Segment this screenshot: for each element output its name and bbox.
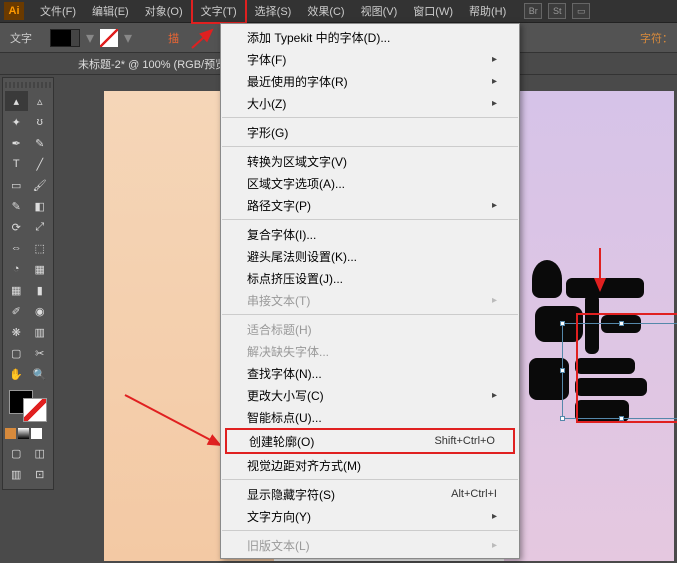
menu-type-orientation[interactable]: 文字方向(Y) [221,505,519,527]
stock-icon[interactable]: St [548,3,566,19]
menu-window[interactable]: 窗口(W) [405,0,461,22]
lasso-tool[interactable]: ʊ [29,112,52,132]
menu-font[interactable]: 字体(F) [221,48,519,70]
stroke-color-swatch[interactable] [100,29,118,47]
shaper-tool[interactable]: ✎ [5,196,28,216]
rectangle-tool[interactable]: ▭ [5,175,28,195]
graph-tool[interactable]: ▥ [29,322,52,342]
free-transform-tool[interactable]: ⬚ [29,238,52,258]
menu-recent-fonts[interactable]: 最近使用的字体(R) [221,70,519,92]
menu-change-case[interactable]: 更改大小写(C) [221,384,519,406]
slice-tool[interactable]: ✂ [29,343,52,363]
gradient-mode-icon[interactable] [18,428,29,439]
scale-tool[interactable]: ⤢ [29,217,52,237]
brush-tool[interactable]: 🖌 [29,175,52,195]
screen-mode-toggle[interactable]: ⊡ [29,464,52,484]
menu-separator [222,530,518,531]
menu-resolve-missing-fonts: 解决缺失字体... [221,340,519,362]
eraser-tool[interactable]: ◧ [29,196,52,216]
dropdown-icon[interactable]: ▾ [124,28,132,48]
menu-type[interactable]: 文字(T) [191,0,247,24]
type-tool[interactable]: T [5,154,28,174]
line-tool[interactable]: ╱ [29,154,52,174]
menu-path-type[interactable]: 路径文字(P) [221,194,519,216]
symbol-spray-tool[interactable]: ❋ [5,322,28,342]
width-tool[interactable]: ⇔ [5,238,28,258]
rotate-tool[interactable]: ⟳ [5,217,28,237]
type-menu-dropdown: 添加 Typekit 中的字体(D)... 字体(F) 最近使用的字体(R) 大… [220,23,520,559]
menu-threaded-text: 串接文本(T) [221,289,519,311]
menu-kinsoku-settings[interactable]: 避头尾法则设置(K)... [221,245,519,267]
menubar: Ai 文件(F) 编辑(E) 对象(O) 文字(T) 选择(S) 效果(C) 视… [0,0,677,23]
magic-wand-tool[interactable]: ✦ [5,112,28,132]
screen-mode-icon[interactable]: ▥ [5,464,28,484]
mesh-tool[interactable]: ▦ [5,280,28,300]
menu-add-typekit-fonts[interactable]: 添加 Typekit 中的字体(D)... [221,26,519,48]
color-mode-row [5,428,51,439]
fill-stroke-chip[interactable] [7,388,49,424]
menu-composite-fonts[interactable]: 复合字体(I)... [221,223,519,245]
menu-select[interactable]: 选择(S) [247,0,300,22]
menu-find-font[interactable]: 查找字体(N)... [221,362,519,384]
menu-separator [222,146,518,147]
panel-grip[interactable] [5,82,51,88]
bridge-icon[interactable]: Br [524,3,542,19]
annotation-highlight-menuitem: 创建轮廓(O)Shift+Ctrl+O [225,428,515,454]
menu-effect[interactable]: 效果(C) [299,0,352,22]
menu-fit-headline: 适合标题(H) [221,318,519,340]
tools-panel: ▴▵ ✦ʊ ✒✎ T╱ ▭🖌 ✎◧ ⟳⤢ ⇔⬚ ◔▦ ▦▮ ✐◉ ❋▥ ▢✂ ✋… [2,77,54,490]
blend-tool[interactable]: ◉ [29,301,52,321]
none-mode-icon[interactable] [31,428,42,439]
gradient-tool[interactable]: ▮ [29,280,52,300]
annotation-highlight-box [576,313,677,423]
stroke-chip[interactable] [23,398,47,422]
arrange-icon[interactable]: ▭ [572,3,590,19]
menu-separator [222,117,518,118]
menu-mojikumi-settings[interactable]: 标点挤压设置(J)... [221,267,519,289]
curvature-tool[interactable]: ✎ [29,133,52,153]
char-panel-label[interactable]: 字符： [640,30,673,46]
perspective-tool[interactable]: ▦ [29,259,52,279]
shortcut-label: Alt+Ctrl+I [451,488,497,500]
selection-tool[interactable]: ▴ [5,91,28,111]
document-tab[interactable]: 未标题-2* @ 100% (RGB/预览) [78,56,230,72]
app-logo: Ai [4,2,24,20]
zoom-tool[interactable]: 🔍 [29,364,52,384]
menu-create-outlines[interactable]: 创建轮廓(O)Shift+Ctrl+O [227,430,513,452]
color-mode-icon[interactable] [5,428,16,439]
menu-area-type-options[interactable]: 区域文字选项(A)... [221,172,519,194]
options-tool-label: 文字 [10,30,32,46]
menu-size[interactable]: 大小(Z) [221,92,519,114]
menu-show-hidden-chars[interactable]: 显示隐藏字符(S)Alt+Ctrl+I [221,483,519,505]
menu-edit[interactable]: 编辑(E) [84,0,137,22]
pen-tool[interactable]: ✒ [5,133,28,153]
eyedropper-tool[interactable]: ✐ [5,301,28,321]
dropdown-icon[interactable]: ▾ [86,28,94,48]
menu-object[interactable]: 对象(O) [137,0,191,22]
draw-behind-icon[interactable]: ◫ [29,443,52,463]
menu-convert-area-type[interactable]: 转换为区域文字(V) [221,150,519,172]
menu-separator [222,219,518,220]
artboard-tool[interactable]: ▢ [5,343,28,363]
shape-builder-tool[interactable]: ◔ [5,259,28,279]
menu-separator [222,314,518,315]
menu-help[interactable]: 帮助(H) [461,0,514,22]
menu-view[interactable]: 视图(V) [353,0,406,22]
menu-smart-punctuation[interactable]: 智能标点(U)... [221,406,519,428]
hand-tool[interactable]: ✋ [5,364,28,384]
menu-file[interactable]: 文件(F) [32,0,84,22]
direct-select-tool[interactable]: ▵ [29,91,52,111]
shortcut-label: Shift+Ctrl+O [434,435,495,447]
draw-normal-icon[interactable]: ▢ [5,443,28,463]
menu-legacy-text: 旧版文本(L) [221,534,519,556]
stroke-label: 描 [168,30,179,46]
menu-separator [222,479,518,480]
menu-optical-margin[interactable]: 视觉边距对齐方式(M) [221,454,519,476]
menu-glyphs[interactable]: 字形(G) [221,121,519,143]
fill-color-swatch[interactable] [50,29,80,47]
